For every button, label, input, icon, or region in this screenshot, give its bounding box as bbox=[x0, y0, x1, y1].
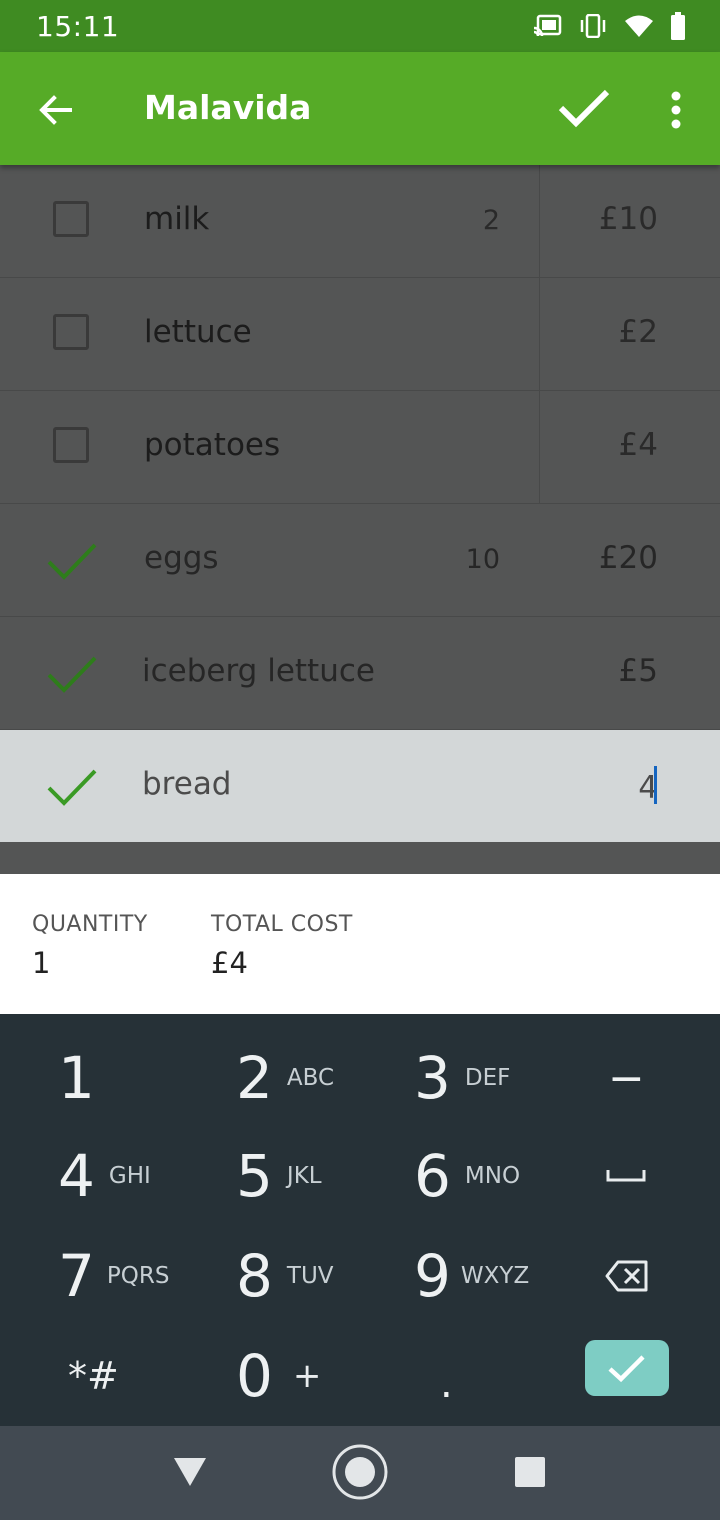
key-7[interactable]: 7 PQRS bbox=[58, 1226, 169, 1326]
list-item[interactable]: milk 2 £10 bbox=[0, 165, 720, 278]
key-letters: GHI bbox=[108, 1163, 151, 1189]
checkmark-icon bbox=[608, 1355, 645, 1383]
key-letters: MNO bbox=[464, 1163, 521, 1189]
key-digit: 6 bbox=[414, 1142, 451, 1210]
item-name: lettuce bbox=[144, 314, 252, 350]
key-digit: 8 bbox=[236, 1242, 273, 1310]
key-digit: 1 bbox=[58, 1044, 95, 1112]
key-2[interactable]: 2 ABC bbox=[236, 1028, 334, 1128]
item-price[interactable]: £10 bbox=[599, 201, 658, 237]
key-digit: 4 bbox=[58, 1142, 95, 1210]
key-1[interactable]: 1 bbox=[58, 1028, 95, 1128]
list-item[interactable]: eggs 10 £20 bbox=[0, 504, 720, 617]
key-letters: + bbox=[292, 1356, 322, 1396]
key-letters: TUV bbox=[286, 1263, 334, 1289]
key-letters: WXYZ bbox=[460, 1263, 530, 1289]
list-item-editing[interactable]: bread 4 bbox=[0, 730, 720, 842]
done-button[interactable] bbox=[585, 1340, 669, 1396]
status-time: 15:11 bbox=[36, 10, 120, 43]
item-checkbox[interactable] bbox=[53, 201, 89, 237]
key-minus[interactable]: − bbox=[608, 1028, 645, 1128]
wifi-icon bbox=[625, 15, 653, 37]
shopping-list: milk 2 £10 lettuce £2 potatoes £4 eggs 1… bbox=[0, 165, 720, 842]
key-6[interactable]: 6 MNO bbox=[414, 1126, 520, 1226]
item-name: potatoes bbox=[144, 427, 281, 463]
price-input[interactable]: 4 bbox=[638, 766, 658, 806]
item-price[interactable]: £4 bbox=[619, 427, 658, 463]
key-digit: 9 bbox=[414, 1242, 451, 1310]
key-backspace[interactable] bbox=[604, 1226, 650, 1326]
key-digit: 2 bbox=[236, 1044, 273, 1112]
item-price[interactable]: £20 bbox=[599, 540, 658, 576]
item-name: eggs bbox=[144, 540, 219, 576]
key-0[interactable]: 0 + bbox=[236, 1326, 321, 1426]
back-arrow-icon[interactable] bbox=[36, 90, 76, 130]
item-checkbox[interactable] bbox=[53, 427, 89, 463]
status-bar: 15:11 bbox=[0, 0, 720, 52]
battery-icon bbox=[671, 12, 685, 40]
checked-tick-icon[interactable] bbox=[46, 540, 98, 582]
nav-back-icon[interactable] bbox=[172, 1456, 208, 1488]
list-item[interactable]: lettuce £2 bbox=[0, 278, 720, 391]
key-space[interactable] bbox=[606, 1126, 646, 1226]
status-icons bbox=[532, 12, 686, 40]
key-letters: JKL bbox=[286, 1163, 322, 1189]
key-letters: DEF bbox=[464, 1065, 511, 1091]
more-options-icon[interactable] bbox=[664, 88, 688, 132]
key-symbol: . bbox=[440, 1361, 453, 1407]
item-price[interactable]: £2 bbox=[619, 314, 658, 350]
backspace-icon bbox=[605, 1260, 648, 1292]
key-digit: 0 bbox=[236, 1342, 273, 1410]
key-period[interactable]: . bbox=[440, 1334, 453, 1434]
item-checkbox[interactable] bbox=[53, 314, 89, 350]
summary-panel: QUANTITY 1 TOTAL COST £4 bbox=[0, 874, 720, 1014]
column-divider bbox=[539, 391, 540, 503]
column-divider bbox=[539, 165, 540, 277]
key-letters: ABC bbox=[286, 1065, 335, 1091]
text-caret bbox=[654, 766, 657, 804]
quantity-label: QUANTITY bbox=[32, 912, 148, 937]
key-8[interactable]: 8 TUV bbox=[236, 1226, 334, 1326]
key-digit: 3 bbox=[414, 1044, 451, 1112]
key-digit: 5 bbox=[236, 1142, 273, 1210]
nav-recents-icon[interactable] bbox=[514, 1456, 546, 1488]
column-divider bbox=[539, 278, 540, 390]
total-cost-label: TOTAL COST bbox=[211, 912, 353, 937]
numeric-keyboard: 1 2 ABC 3 DEF − 4 GHI 5 JKL 6 MNO 7 PQRS 8 TUV … bbox=[0, 1014, 720, 1426]
total-cost-value: £4 bbox=[211, 946, 248, 980]
nav-home-icon[interactable] bbox=[331, 1443, 389, 1501]
key-star-hash[interactable]: *# bbox=[68, 1326, 119, 1426]
list-item[interactable]: potatoes £4 bbox=[0, 391, 720, 504]
item-quantity: 2 bbox=[482, 205, 500, 236]
app-bar: Malavida bbox=[0, 52, 720, 165]
space-icon bbox=[606, 1170, 646, 1182]
key-3[interactable]: 3 DEF bbox=[414, 1028, 510, 1128]
quantity-value: 1 bbox=[32, 946, 51, 980]
item-name: bread bbox=[142, 766, 232, 802]
item-quantity: 10 bbox=[465, 544, 500, 575]
item-price[interactable]: £5 bbox=[619, 653, 658, 689]
page-title: Malavida bbox=[144, 88, 312, 127]
item-name: iceberg lettuce bbox=[142, 653, 375, 689]
vibrate-icon bbox=[580, 14, 606, 38]
item-name: milk bbox=[144, 201, 210, 237]
checked-tick-icon[interactable] bbox=[46, 766, 98, 808]
key-4[interactable]: 4 GHI bbox=[58, 1126, 151, 1226]
key-symbol: − bbox=[608, 1052, 645, 1104]
checked-tick-icon[interactable] bbox=[46, 653, 98, 695]
system-nav-bar bbox=[0, 1426, 720, 1520]
key-symbol: *# bbox=[68, 1354, 119, 1398]
cast-icon bbox=[533, 14, 562, 37]
key-5[interactable]: 5 JKL bbox=[236, 1126, 322, 1226]
key-letters: PQRS bbox=[106, 1263, 170, 1289]
key-9[interactable]: 9 WXYZ bbox=[414, 1226, 529, 1326]
key-digit: 7 bbox=[58, 1242, 95, 1310]
list-item[interactable]: iceberg lettuce £5 bbox=[0, 617, 720, 730]
confirm-check-icon[interactable] bbox=[556, 86, 612, 130]
